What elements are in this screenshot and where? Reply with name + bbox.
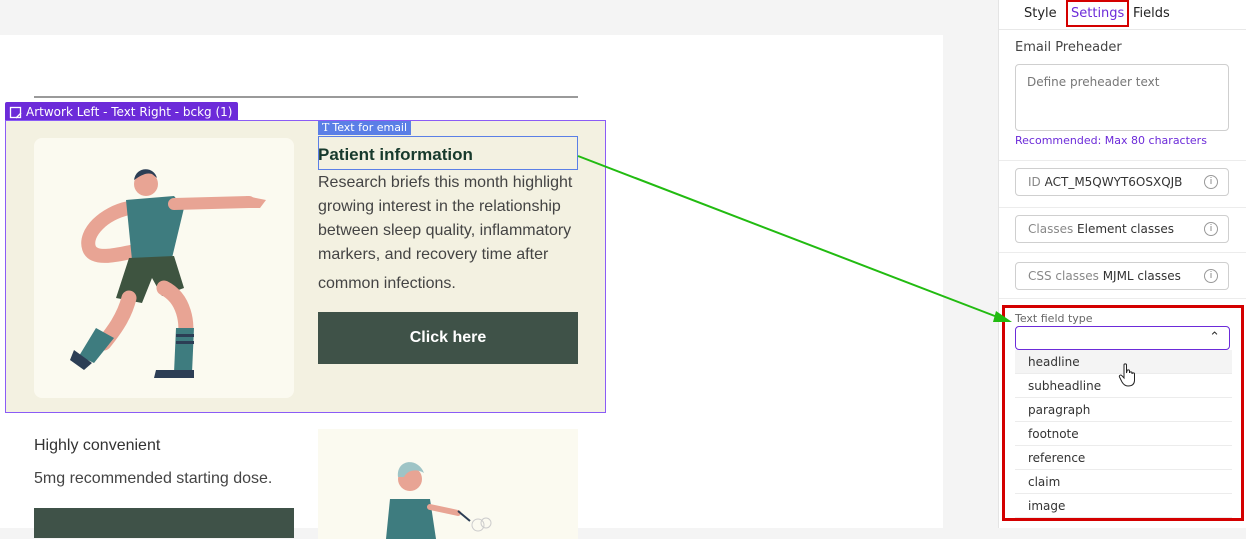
option-paragraph[interactable]: paragraph xyxy=(1015,398,1232,422)
text-field-type-label: Text field type xyxy=(1015,312,1093,325)
divider xyxy=(999,298,1246,299)
id-field-label: ID xyxy=(1028,175,1041,189)
section2-title[interactable]: Highly convenient xyxy=(34,437,160,455)
click-here-button[interactable]: Click here xyxy=(318,312,578,364)
paragraph-line: between sleep quality, inflammatory xyxy=(318,222,572,239)
artwork-text-section[interactable]: T Text for email Patient information Res… xyxy=(5,120,606,413)
text-tag-label: Text for email xyxy=(332,121,408,134)
css-classes-field-label: CSS classes xyxy=(1028,269,1099,283)
seated-person-illustration xyxy=(386,462,492,539)
paragraph-line: Research briefs this month highlight xyxy=(318,174,573,191)
dancing-person-illustration xyxy=(70,169,266,378)
option-claim[interactable]: claim xyxy=(1015,470,1232,494)
paragraph-line: common infections. xyxy=(318,275,456,292)
preheader-hint: Recommended: Max 80 characters xyxy=(1015,134,1207,147)
tab-fields[interactable]: Fields xyxy=(1133,0,1170,27)
option-reference[interactable]: reference xyxy=(1015,446,1232,470)
info-icon[interactable]: i xyxy=(1204,175,1218,189)
tab-settings[interactable]: Settings xyxy=(1066,0,1130,27)
hand-cursor-icon xyxy=(1118,363,1135,387)
section2-text[interactable]: 5mg recommended starting dose. xyxy=(34,470,272,488)
classes-field-value: Element classes xyxy=(1077,222,1174,236)
section-paragraph[interactable]: Research briefs this month highlight gro… xyxy=(318,171,588,296)
classes-field[interactable]: Classes Element classes i xyxy=(1015,215,1229,243)
css-classes-field-value: MJML classes xyxy=(1102,269,1181,283)
text-type-icon: T xyxy=(322,121,330,134)
paragraph-line: markers, and recovery time after xyxy=(318,246,549,263)
section-icon xyxy=(9,106,22,119)
section2-button[interactable] xyxy=(34,508,294,538)
preheader-textarea[interactable]: Define preheader text xyxy=(1015,64,1229,131)
id-field-value: ACT_M5QWYT6OSXQJB xyxy=(1044,175,1183,189)
text-field-type-select[interactable]: ⌃ xyxy=(1015,326,1230,350)
divider xyxy=(999,252,1246,253)
artwork-image[interactable] xyxy=(34,138,294,398)
option-image[interactable]: image xyxy=(1015,494,1232,518)
panel-tabs: Style Settings Fields xyxy=(999,0,1246,30)
option-footnote[interactable]: footnote xyxy=(1015,422,1232,446)
css-classes-field[interactable]: CSS classes MJML classes i xyxy=(1015,262,1229,290)
tab-style[interactable]: Style xyxy=(1024,0,1057,27)
divider-line xyxy=(34,96,578,98)
divider xyxy=(999,160,1246,161)
info-icon[interactable]: i xyxy=(1204,222,1218,236)
text-block-tag[interactable]: T Text for email xyxy=(318,121,412,135)
info-icon[interactable]: i xyxy=(1204,269,1218,283)
preheader-label: Email Preheader xyxy=(1015,40,1122,55)
chevron-up-icon[interactable]: ⌃ xyxy=(1209,330,1220,345)
id-field[interactable]: ID ACT_M5QWYT6OSXQJB i xyxy=(1015,168,1229,196)
classes-field-label: Classes xyxy=(1028,222,1074,236)
paragraph-line: growing interest in the relationship xyxy=(318,198,561,215)
divider xyxy=(999,207,1246,208)
section2-image[interactable] xyxy=(318,429,578,539)
section-heading[interactable]: Patient information xyxy=(318,145,473,165)
